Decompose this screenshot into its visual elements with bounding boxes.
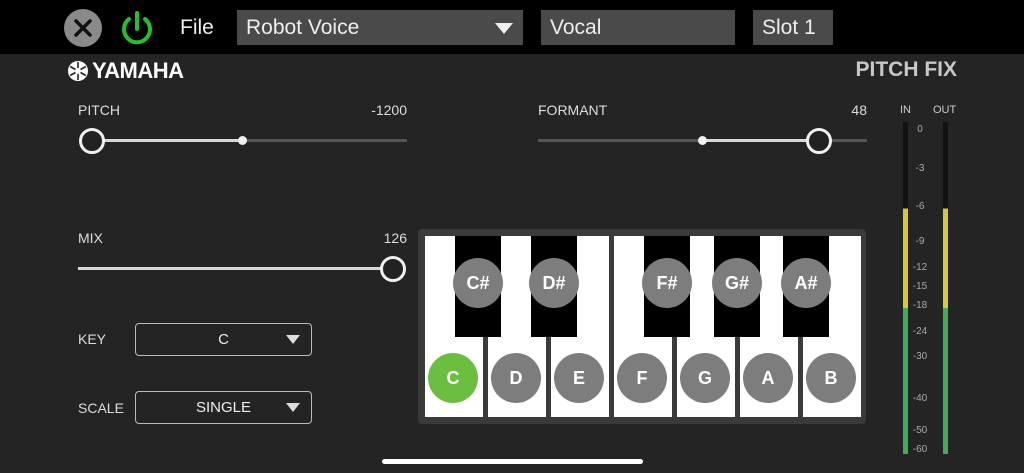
formant-value: 48 — [851, 102, 867, 118]
meter-tick: -6 — [915, 201, 925, 212]
preset-dropdown[interactable]: Robot Voice — [237, 10, 523, 45]
power-icon — [122, 11, 152, 45]
note-d[interactable]: D — [491, 353, 541, 403]
note-f[interactable]: F — [617, 353, 667, 403]
meter-tick: 0 — [917, 124, 923, 135]
brand-logo: YAMAHA — [67, 58, 184, 84]
chevron-down-icon — [286, 403, 300, 412]
scale-select[interactable]: SINGLE — [135, 391, 312, 424]
meter-tick: -40 — [912, 393, 928, 404]
pitch-center-mark — [238, 136, 247, 145]
note-b[interactable]: B — [806, 353, 856, 403]
meter-tick: -60 — [912, 444, 928, 455]
power-button[interactable] — [117, 9, 157, 49]
meter-tick: -30 — [912, 351, 928, 362]
preset-value: Robot Voice — [246, 16, 360, 39]
meter-tick: -15 — [912, 281, 928, 292]
close-icon — [74, 19, 92, 37]
meter-tick: -50 — [912, 425, 928, 436]
mix-value: 126 — [383, 230, 407, 246]
slot-field[interactable]: Slot 1 — [753, 10, 833, 45]
meter-tick: -18 — [912, 300, 928, 311]
meter-tick: -9 — [915, 236, 925, 247]
pitch-fill — [91, 139, 243, 142]
note-d-sharp[interactable]: D# — [529, 258, 579, 308]
scale-selected-value: SINGLE — [195, 399, 252, 416]
home-indicator[interactable] — [382, 459, 643, 464]
file-menu[interactable]: File — [180, 16, 214, 40]
pitch-value: -1200 — [371, 102, 407, 118]
formant-thumb[interactable] — [806, 128, 832, 154]
meter-tick: -12 — [912, 262, 928, 273]
key-label: KEY — [78, 331, 107, 347]
brand-name: YAMAHA — [92, 58, 184, 83]
note-a-sharp[interactable]: A# — [781, 258, 831, 308]
mix-thumb[interactable] — [380, 256, 406, 282]
chevron-down-icon — [286, 335, 300, 344]
note-c-sharp[interactable]: C# — [453, 258, 503, 308]
scale-label: SCALE — [78, 400, 124, 416]
note-a[interactable]: A — [743, 353, 793, 403]
note-g-sharp[interactable]: G# — [712, 258, 762, 308]
pitch-label: PITCH — [78, 102, 120, 118]
close-button[interactable] — [64, 9, 102, 47]
in-meter-label: IN — [900, 104, 911, 116]
note-f-sharp[interactable]: F# — [642, 258, 692, 308]
key-select[interactable]: C — [135, 323, 312, 356]
note-c[interactable]: C — [428, 353, 478, 403]
type-field[interactable]: Vocal — [541, 10, 735, 45]
page-title: PITCH FIX — [855, 58, 957, 81]
mix-fill — [78, 267, 394, 270]
formant-center-mark — [698, 136, 707, 145]
mix-label: MIX — [78, 230, 103, 246]
chevron-down-icon — [495, 23, 513, 34]
formant-label: FORMANT — [538, 102, 608, 118]
key-selected-value: C — [218, 331, 229, 348]
formant-fill — [703, 139, 819, 142]
meter-tick: -24 — [912, 326, 928, 337]
out-level-meter — [943, 122, 948, 454]
top-bar: File Robot Voice Vocal Slot 1 — [0, 0, 1024, 54]
pitch-thumb[interactable] — [79, 128, 105, 154]
yamaha-tuning-fork-icon — [68, 61, 88, 81]
meter-tick: -3 — [915, 163, 925, 174]
note-g[interactable]: G — [680, 353, 730, 403]
out-meter-label: OUT — [933, 104, 957, 116]
note-e[interactable]: E — [554, 353, 604, 403]
